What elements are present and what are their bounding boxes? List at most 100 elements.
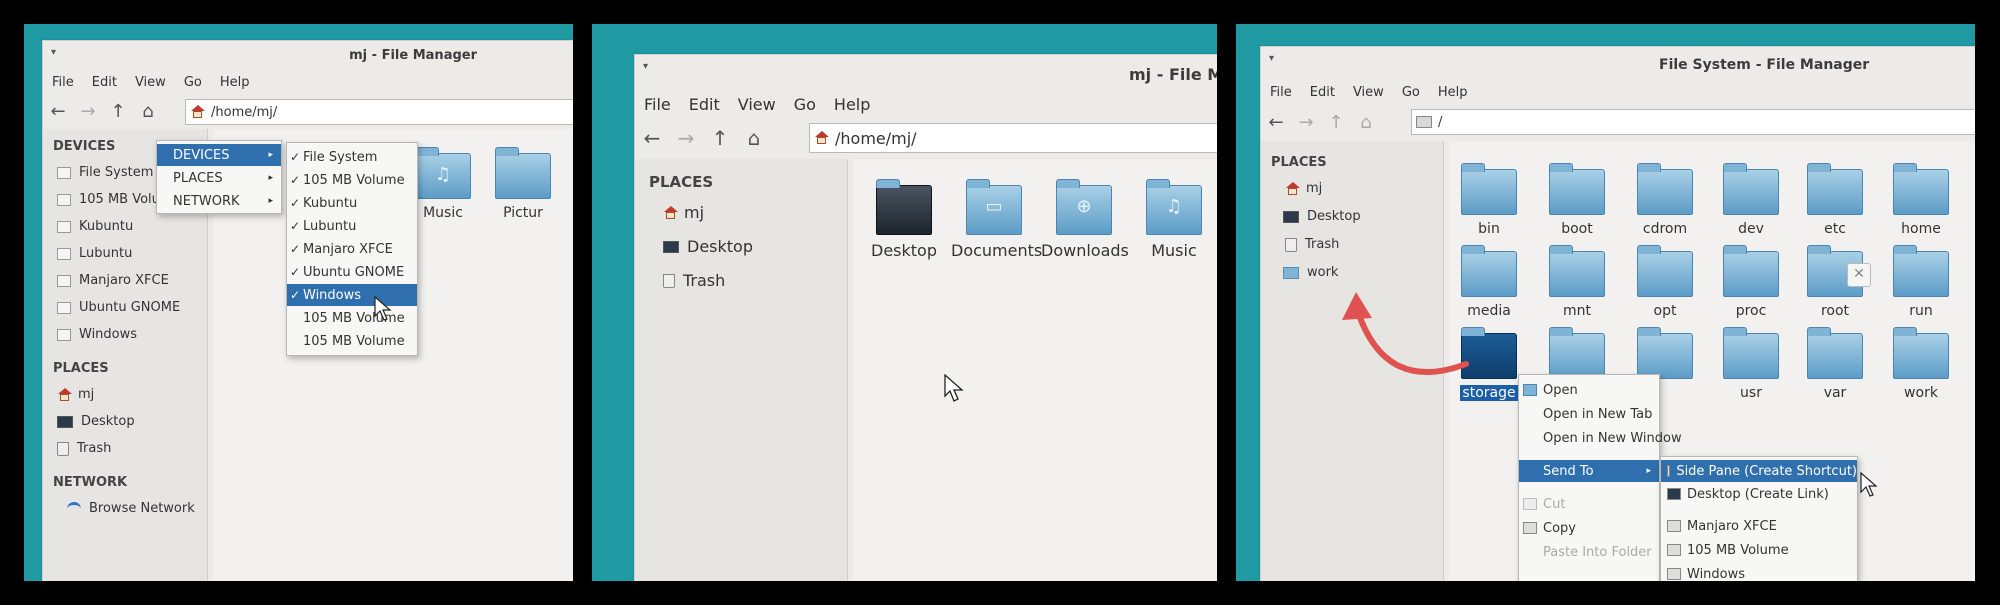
sidebar-item-mj[interactable]: mj (57, 387, 94, 402)
menu-edit[interactable]: Edit (1301, 85, 1344, 100)
sidebar-item-trash[interactable]: Trash (57, 441, 111, 456)
location-bar[interactable]: /home/mj/ (809, 123, 1217, 153)
menu-item-open-new-tab[interactable]: Open in New Tab (1519, 403, 1659, 425)
submenu-item-105mb-3[interactable]: 105 MB Volume (287, 330, 417, 352)
up-arrow-icon[interactable]: ↑ (1321, 112, 1351, 133)
menu-view[interactable]: View (729, 95, 785, 114)
menu-help[interactable]: Help (825, 95, 879, 114)
menu-file[interactable]: File (43, 75, 83, 90)
location-bar[interactable]: /home/mj/ (185, 99, 573, 125)
file-item-home[interactable]: home (1881, 163, 1961, 237)
sidebar-item-file-system[interactable]: File System (57, 165, 153, 180)
home-icon[interactable]: ⌂ (133, 101, 163, 122)
file-item-boot[interactable]: boot (1537, 163, 1617, 237)
menu-view[interactable]: View (126, 75, 175, 90)
folder-icon (1807, 327, 1863, 379)
file-item-bin[interactable]: bin (1449, 163, 1529, 237)
menu-item-places[interactable]: PLACES ▸ (157, 167, 281, 189)
window-menu-icon[interactable]: ▾ (51, 47, 56, 58)
sidebar-item-windows[interactable]: Windows (57, 327, 137, 342)
file-item-opt[interactable]: opt (1625, 245, 1705, 319)
sidebar-item-lubuntu[interactable]: Lubuntu (57, 246, 132, 261)
network-icon (67, 502, 81, 515)
submenu-item-side-pane[interactable]: Side Pane (Create Shortcut) (1661, 460, 1857, 482)
menu-item-paste-into-folder[interactable]: Paste Into Folder (1519, 541, 1659, 563)
file-item-downloads[interactable]: ⊕ Downloads (1041, 179, 1129, 260)
submenu-item-desktop-link[interactable]: Desktop (Create Link) (1661, 483, 1857, 505)
forward-arrow-icon[interactable]: → (1291, 112, 1321, 133)
menu-go[interactable]: Go (785, 95, 825, 114)
sidebar-item-105mb[interactable]: 105 MB Volu (57, 192, 160, 207)
submenu-item-105mb[interactable]: ✓ 105 MB Volume (287, 169, 417, 191)
menu-item-devices[interactable]: DEVICES ▸ (157, 144, 281, 166)
menu-item-open-new-window[interactable]: Open in New Window (1519, 427, 1682, 449)
submenu-item-lubuntu[interactable]: ✓ Lubuntu (287, 215, 417, 237)
submenu-item-105mb-2[interactable]: 105 MB Volume (287, 307, 417, 329)
menu-item-network[interactable]: NETWORK ▸ (157, 190, 281, 212)
file-item-usr[interactable]: usr (1711, 327, 1791, 401)
file-item-var[interactable]: var (1795, 327, 1875, 401)
file-item-cdrom[interactable]: cdrom (1625, 163, 1705, 237)
menu-view[interactable]: View (1344, 85, 1393, 100)
home-icon[interactable]: ⌂ (737, 126, 771, 150)
menu-help[interactable]: Help (211, 75, 259, 90)
sidebar-item-desktop[interactable]: Desktop (663, 237, 753, 256)
file-item-work[interactable]: work (1881, 327, 1961, 401)
forward-arrow-icon[interactable]: → (73, 101, 103, 122)
sidebar-item-manjaro[interactable]: Manjaro XFCE (57, 273, 169, 288)
submenu-item-kubuntu[interactable]: ✓ Kubuntu (287, 192, 417, 214)
submenu-item-manjaro[interactable]: Manjaro XFCE (1661, 515, 1857, 537)
folder-icon (1283, 266, 1299, 279)
menu-go[interactable]: Go (1393, 85, 1429, 100)
sidebar-item-mj[interactable]: mj (663, 203, 704, 222)
back-arrow-icon[interactable]: ← (1261, 112, 1291, 133)
submenu-item-windows[interactable]: ✓ Windows (287, 284, 417, 306)
window-menu-icon[interactable]: ▾ (1269, 53, 1274, 64)
menu-item-open[interactable]: Open (1519, 379, 1659, 401)
submenu-item-file-system[interactable]: ✓ File System (287, 146, 417, 168)
sidebar-item-work[interactable]: work (1283, 265, 1338, 280)
folder-icon (1723, 245, 1779, 297)
location-bar[interactable]: / (1411, 109, 1975, 135)
up-arrow-icon[interactable]: ↑ (103, 101, 133, 122)
menu-help[interactable]: Help (1429, 85, 1477, 100)
file-item-pictures[interactable]: Pictur (483, 147, 563, 221)
window-menu-icon[interactable]: ▾ (643, 61, 648, 72)
home-icon[interactable]: ⌂ (1351, 112, 1381, 133)
menu-item-copy[interactable]: Copy (1519, 517, 1659, 539)
submenu-item-ubuntu-gnome[interactable]: ✓ Ubuntu GNOME (287, 261, 417, 283)
menu-file[interactable]: File (635, 95, 680, 114)
submenu-item-105mb[interactable]: 105 MB Volume (1661, 539, 1857, 561)
file-item-mnt[interactable]: mnt (1537, 245, 1617, 319)
menu-edit[interactable]: Edit (680, 95, 729, 114)
file-item-run[interactable]: run (1881, 245, 1961, 319)
forward-arrow-icon[interactable]: → (669, 126, 703, 150)
menu-edit[interactable]: Edit (83, 75, 126, 90)
back-arrow-icon[interactable]: ← (635, 126, 669, 150)
file-item-etc[interactable]: etc (1795, 163, 1875, 237)
menu-item-cut[interactable]: Cut (1519, 493, 1659, 515)
sidebar-item-trash[interactable]: Trash (663, 271, 725, 290)
back-arrow-icon[interactable]: ← (43, 101, 73, 122)
file-item-desktop[interactable]: Desktop (861, 179, 947, 260)
sidebar-item-ubuntu-gnome[interactable]: Ubuntu GNOME (57, 300, 180, 315)
up-arrow-icon[interactable]: ↑ (703, 126, 737, 150)
sidebar-item-desktop[interactable]: Desktop (57, 414, 135, 429)
file-item-dev[interactable]: dev (1711, 163, 1791, 237)
sidebar-item-trash[interactable]: Trash (1285, 237, 1339, 252)
file-item-proc[interactable]: proc (1711, 245, 1791, 319)
menu-file[interactable]: File (1261, 85, 1301, 100)
folder-icon (1723, 163, 1779, 215)
submenu-item-manjaro[interactable]: ✓ Manjaro XFCE (287, 238, 417, 260)
sidebar-item-kubuntu[interactable]: Kubuntu (57, 219, 133, 234)
title-bar: ▾ mj - File Manager (43, 41, 573, 69)
file-item-music[interactable]: ♫ Music (1131, 179, 1217, 260)
sidebar-item-desktop[interactable]: Desktop (1283, 209, 1361, 224)
sidebar-item-mj[interactable]: mj (1285, 181, 1322, 196)
file-item-documents[interactable]: ▭ Documents (951, 179, 1042, 260)
menu-go[interactable]: Go (175, 75, 211, 90)
folder-icon (495, 147, 551, 199)
menu-item-send-to[interactable]: Send To ▸ (1519, 460, 1659, 482)
submenu-item-windows[interactable]: Windows (1661, 563, 1857, 581)
sidebar-item-browse-network[interactable]: Browse Network (67, 501, 195, 516)
